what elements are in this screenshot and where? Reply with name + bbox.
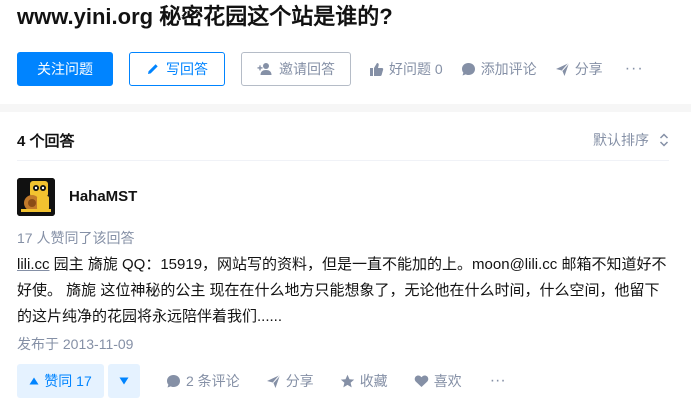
vote-up-button[interactable]: 赞同 17 bbox=[17, 364, 104, 398]
sort-label: 默认排序 bbox=[593, 132, 649, 148]
answer-count: 4 个回答 bbox=[17, 133, 75, 150]
share-question-label: 分享 bbox=[574, 61, 603, 77]
publish-date[interactable]: 发布于 2013-11-09 bbox=[17, 334, 133, 354]
collect-label: 收藏 bbox=[359, 373, 388, 389]
answer-more-button[interactable]: ··· bbox=[490, 372, 506, 390]
comment-bubble-icon bbox=[167, 374, 180, 387]
sort-dropdown[interactable]: 默认排序 bbox=[593, 130, 669, 150]
star-icon bbox=[340, 374, 354, 387]
write-answer-button[interactable]: 写回答 bbox=[129, 52, 225, 86]
author-name[interactable]: HahaMST bbox=[69, 188, 137, 205]
invite-answer-button[interactable]: 邀请回答 bbox=[241, 52, 351, 86]
answers-list-header: 4 个回答 默认排序 bbox=[17, 126, 669, 160]
comment-bubble-icon bbox=[461, 62, 475, 75]
vote-down-button[interactable] bbox=[108, 364, 140, 398]
share-answer-button[interactable]: 分享 bbox=[266, 371, 314, 391]
question-header: www.yini.org 秘密花园这个站是谁的? 关注问题 写回答 邀请回答 好… bbox=[0, 0, 691, 104]
triangle-down-icon bbox=[119, 377, 129, 385]
share-arrow-icon bbox=[266, 374, 281, 388]
divider bbox=[17, 160, 669, 161]
pen-icon bbox=[148, 64, 158, 74]
collect-button[interactable]: 收藏 bbox=[340, 371, 388, 391]
vote-count-meta: 17 人赞同了该回答 bbox=[17, 230, 135, 246]
comments-label: 2 条评论 bbox=[186, 373, 240, 389]
answers-card: 4 个回答 默认排序 HahaMST 17 人赞同了该回答 lili.cc 园主… bbox=[0, 112, 691, 412]
invite-person-icon bbox=[257, 63, 272, 75]
section-gap bbox=[0, 104, 691, 112]
share-answer-label: 分享 bbox=[285, 373, 314, 389]
follow-question-button[interactable]: 关注问题 bbox=[17, 52, 113, 86]
heart-icon bbox=[414, 375, 428, 387]
question-actions: 关注问题 写回答 邀请回答 好问题 0 添加评论 分享 ··· bbox=[17, 52, 644, 86]
answer-text: 园主 旖旎 QQ：15919，网站写的资料，但是一直不能加的上。moon@lil… bbox=[17, 256, 667, 325]
answer-content: lili.cc 园主 旖旎 QQ：15919，网站写的资料，但是一直不能加的上。… bbox=[17, 252, 673, 330]
share-question-button[interactable]: 分享 bbox=[555, 59, 603, 79]
sort-chevrons-icon bbox=[659, 133, 669, 147]
good-question-button[interactable]: 好问题 0 bbox=[369, 59, 443, 79]
answer-link[interactable]: lili.cc bbox=[17, 256, 50, 273]
add-comment-label: 添加评论 bbox=[480, 61, 537, 77]
answer-actions: 赞同 17 2 条评论 分享 收藏 喜欢 ··· bbox=[17, 364, 506, 398]
like-label: 喜欢 bbox=[433, 373, 462, 389]
question-title: www.yini.org 秘密花园这个站是谁的? bbox=[17, 4, 393, 29]
question-more-button[interactable]: ··· bbox=[625, 60, 644, 78]
write-answer-label: 写回答 bbox=[166, 61, 208, 77]
comments-button[interactable]: 2 条评论 bbox=[166, 371, 240, 391]
triangle-up-icon bbox=[29, 377, 39, 385]
add-comment-button[interactable]: 添加评论 bbox=[461, 59, 537, 79]
good-question-label: 好问题 0 bbox=[389, 61, 443, 77]
share-arrow-icon bbox=[555, 62, 570, 76]
avatar-image bbox=[17, 178, 55, 216]
thumb-up-icon bbox=[370, 62, 384, 76]
author-avatar[interactable] bbox=[17, 178, 55, 216]
like-button[interactable]: 喜欢 bbox=[414, 371, 462, 391]
vote-up-label: 赞同 17 bbox=[44, 373, 92, 389]
invite-answer-label: 邀请回答 bbox=[279, 61, 335, 77]
